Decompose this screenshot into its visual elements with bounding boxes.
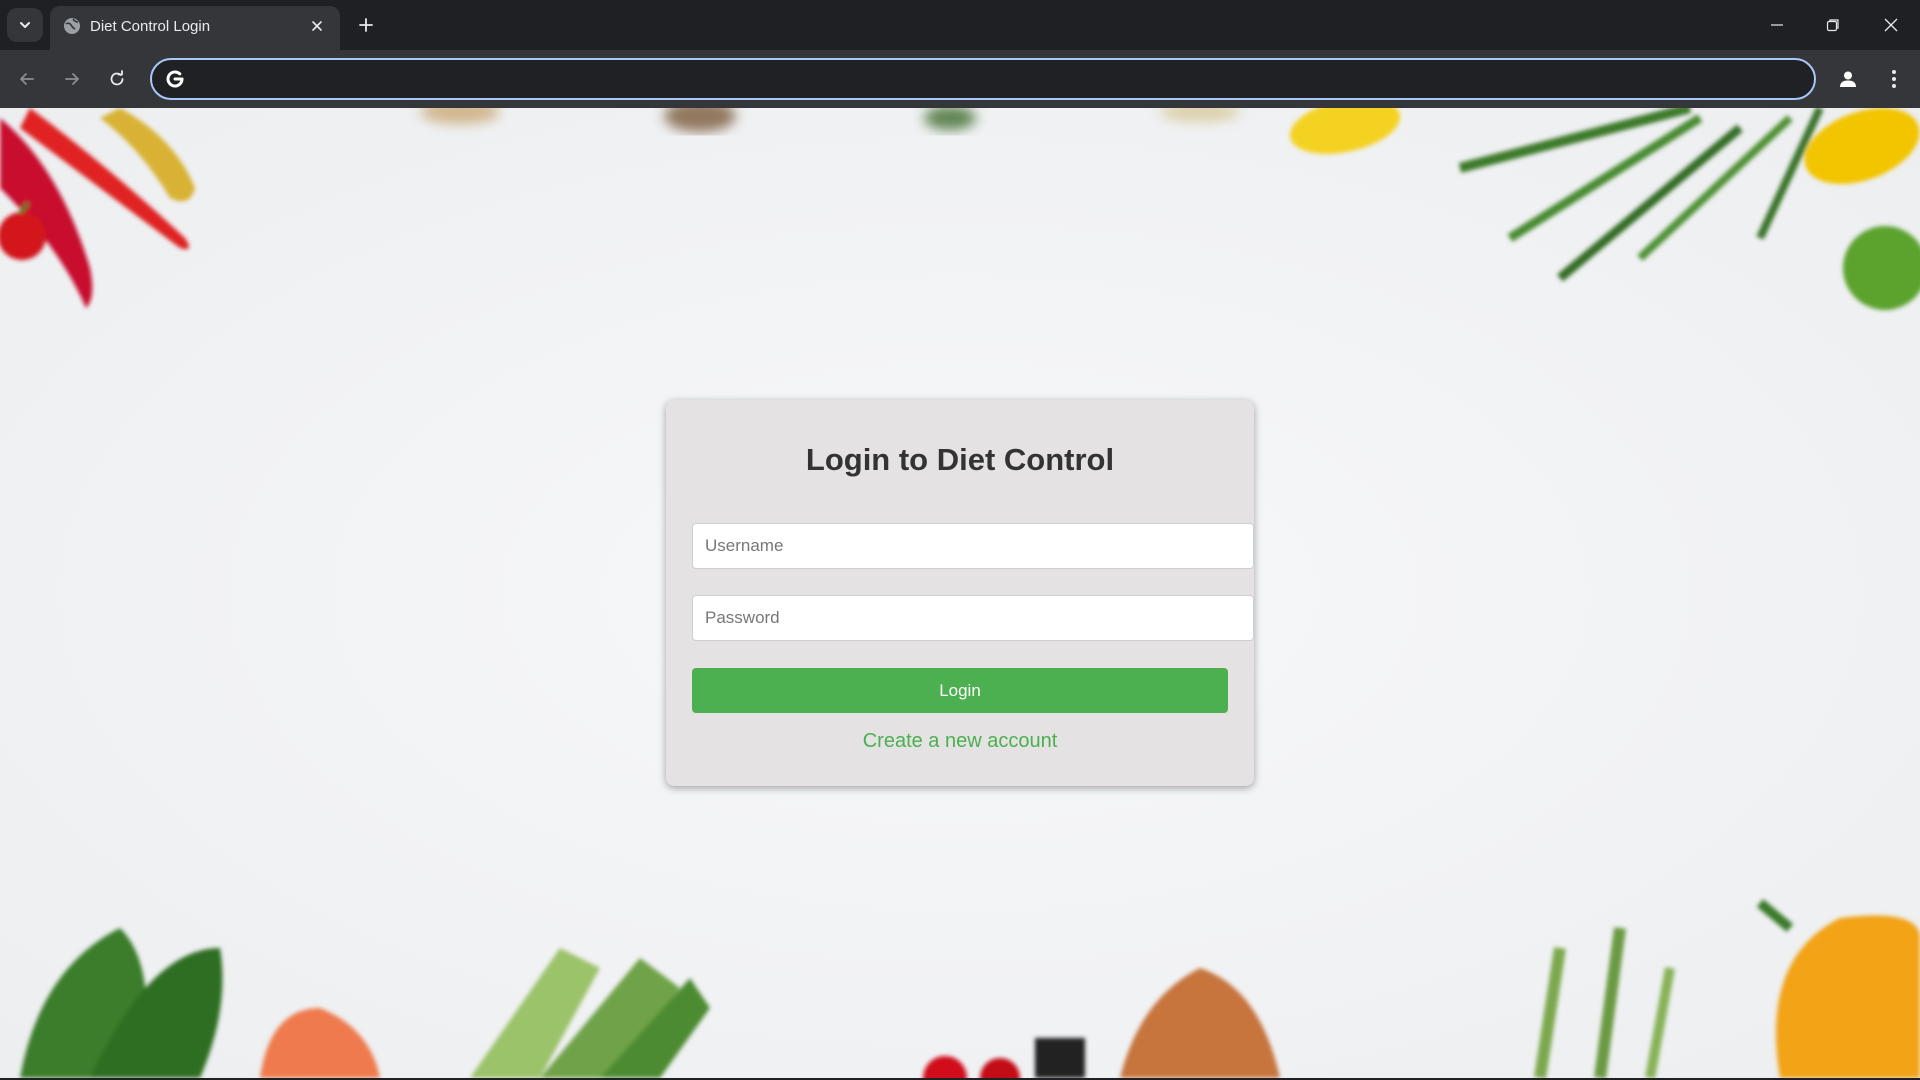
create-account-link[interactable]: Create a new account xyxy=(666,730,1254,753)
minimize-button[interactable] xyxy=(1760,10,1794,40)
reload-icon xyxy=(110,70,124,86)
address-input[interactable] xyxy=(196,66,1796,92)
reload-button[interactable] xyxy=(101,63,133,95)
back-button[interactable] xyxy=(11,63,43,95)
google-g-icon xyxy=(166,70,184,88)
more-vert-icon xyxy=(1892,70,1896,88)
tab-close-button[interactable] xyxy=(306,15,328,37)
profile-icon xyxy=(1840,71,1856,87)
username-input[interactable] xyxy=(692,523,1254,569)
new-tab-button[interactable] xyxy=(352,11,380,39)
close-icon xyxy=(312,21,322,31)
login-card: Login to Diet Control Login Create a new… xyxy=(666,400,1254,786)
page-title: Login to Diet Control xyxy=(805,442,1115,477)
forward-button[interactable] xyxy=(56,63,88,95)
tab-title: Diet Control Login xyxy=(90,18,211,35)
browser-toolbar xyxy=(0,50,1920,108)
plus-icon xyxy=(359,18,373,32)
close-window-button[interactable] xyxy=(1874,10,1908,40)
forward-arrow-icon xyxy=(65,73,79,85)
restore-icon xyxy=(1826,19,1839,32)
globe-icon xyxy=(64,18,80,34)
tab-search-button[interactable] xyxy=(7,8,43,42)
back-arrow-icon xyxy=(20,73,34,85)
browser-tab-active[interactable]: Diet Control Login xyxy=(50,6,340,50)
page-viewport: Login to Diet Control Login Create a new… xyxy=(0,108,1920,1078)
close-icon xyxy=(1884,18,1898,32)
profile-button[interactable] xyxy=(1832,63,1864,95)
restore-button[interactable] xyxy=(1816,10,1850,40)
browser-tabstrip: Diet Control Login xyxy=(0,0,1920,50)
address-bar[interactable] xyxy=(150,58,1816,100)
chevron-down-icon xyxy=(20,22,30,28)
minimize-icon xyxy=(1771,24,1783,26)
login-button[interactable]: Login xyxy=(692,668,1228,713)
browser-menu-button[interactable] xyxy=(1878,63,1910,95)
password-input[interactable] xyxy=(692,595,1254,641)
